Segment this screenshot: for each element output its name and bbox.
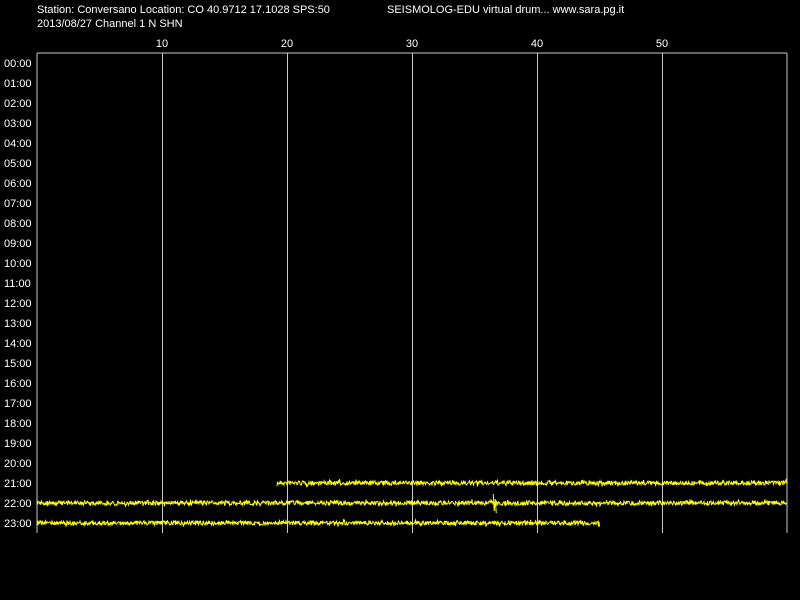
x-tick-label: 40 (531, 38, 543, 50)
y-row-label: 02:00 (4, 98, 32, 110)
seismic-event-spike (492, 493, 497, 514)
x-tick-label: 30 (406, 38, 418, 50)
y-row-label: 19:00 (4, 438, 32, 450)
y-row-label: 01:00 (4, 78, 32, 90)
y-row-label: 22:00 (4, 498, 32, 510)
y-row-label: 06:00 (4, 178, 32, 190)
y-row-label: 20:00 (4, 458, 32, 470)
y-row-label: 03:00 (4, 118, 32, 130)
trace-2300 (36, 518, 600, 528)
y-row-label: 15:00 (4, 358, 32, 370)
y-row-label: 17:00 (4, 398, 32, 410)
y-row-label: 05:00 (4, 158, 32, 170)
y-row-label: 18:00 (4, 418, 32, 430)
y-row-label: 10:00 (4, 258, 32, 270)
y-row-label: 08:00 (4, 218, 32, 230)
x-tick-labels: 10 20 30 40 50 (156, 38, 668, 50)
y-row-label: 16:00 (4, 378, 32, 390)
y-row-label: 09:00 (4, 238, 32, 250)
y-row-label: 11:00 (4, 278, 31, 290)
y-row-label: 21:00 (4, 478, 32, 490)
trace-2100 (276, 477, 788, 489)
x-tick-label: 50 (656, 38, 668, 50)
y-row-label: 23:00 (4, 518, 32, 530)
y-row-label: 12:00 (4, 298, 32, 310)
x-tick-label: 10 (156, 38, 168, 50)
x-tick-label: 20 (281, 38, 293, 50)
seismogram-drum-chart: 10 20 30 40 50 00:00 01:00 02:00 03:00 04:00 05:0… (4, 38, 788, 533)
y-row-label: 14:00 (4, 338, 32, 350)
y-row-label: 00:00 (4, 58, 32, 70)
y-row-label: 07:00 (4, 198, 32, 210)
grid-layer (36, 52, 788, 533)
y-row-label: 04:00 (4, 138, 32, 150)
y-row-label: 13:00 (4, 318, 32, 330)
y-row-labels: 00:00 01:00 02:00 03:00 04:00 05:00 06:00 07:00… (4, 58, 32, 530)
